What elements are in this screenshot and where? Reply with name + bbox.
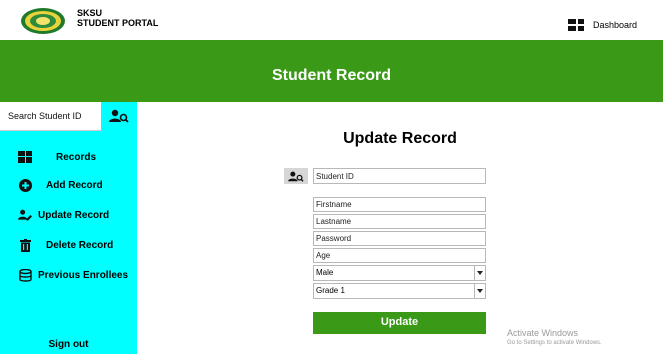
grade-select[interactable]: Grade 1 [313,283,486,299]
plus-circle-icon [18,178,32,192]
sign-out-link[interactable]: Sign out [0,339,137,350]
chevron-down-icon[interactable] [474,266,485,280]
password-field[interactable] [313,231,486,246]
dashboard-label: Dashboard [592,20,637,30]
gender-selected-value: Male [316,268,334,277]
search-user-icon [109,109,129,123]
age-field[interactable] [313,248,486,263]
search-student-id-input[interactable] [0,102,101,130]
edit-user-icon [18,208,32,222]
chevron-down-icon[interactable] [474,284,485,298]
sidebar-item-label: Add Record [46,179,103,191]
grid-icon [18,150,32,164]
top-bar: SKSU STUDENT PORTAL Dashboard [0,0,663,40]
gender-select[interactable]: Male [313,265,486,281]
sidebar-item-delete-record[interactable]: Delete Record [18,236,113,254]
brand-line-1: SKSU [77,8,103,18]
student-id-field[interactable] [313,168,486,184]
lastname-field[interactable] [313,214,486,229]
sidebar-item-label: Previous Enrollees [38,269,129,281]
database-icon [18,268,32,282]
sidebar-item-label: Delete Record [46,239,114,251]
watermark-title: Activate Windows [507,328,579,338]
dashboard-link[interactable]: Dashboard [567,19,637,31]
search-user-button[interactable] [104,105,134,127]
watermark-subtitle: Go to Settings to activate Windows. [507,340,602,346]
sksu-logo-icon [21,8,65,34]
update-button[interactable]: Update [313,312,486,334]
firstname-field[interactable] [313,197,486,212]
grade-selected-value: Grade 1 [316,286,345,295]
activate-windows-watermark: Activate Windows Go to Settings to activ… [507,328,602,346]
trash-icon [18,238,32,252]
search-user-icon [288,171,304,182]
form-title: Update Record [343,130,457,147]
search-box [0,102,101,131]
sidebar-item-update-record[interactable]: Update Record [18,206,109,224]
sidebar-item-label: Update Record [38,209,110,221]
sidebar-item-previous-enrollees[interactable]: Previous Enrollees [18,266,128,284]
brand-name: SKSU STUDENT PORTAL [77,8,158,28]
sidebar: Records Add Record Update Record Delete … [0,102,137,354]
sidebar-item-add-record[interactable]: Add Record [18,176,103,194]
dashboard-icon [567,19,584,31]
brand-line-2: STUDENT PORTAL [77,18,159,28]
sidebar-item-records[interactable]: Records [18,148,96,166]
page-title: Student Record [271,67,392,84]
page-header: Student Record [0,40,663,102]
sidebar-item-label: Records [56,151,97,163]
student-id-search-button[interactable] [284,168,308,184]
